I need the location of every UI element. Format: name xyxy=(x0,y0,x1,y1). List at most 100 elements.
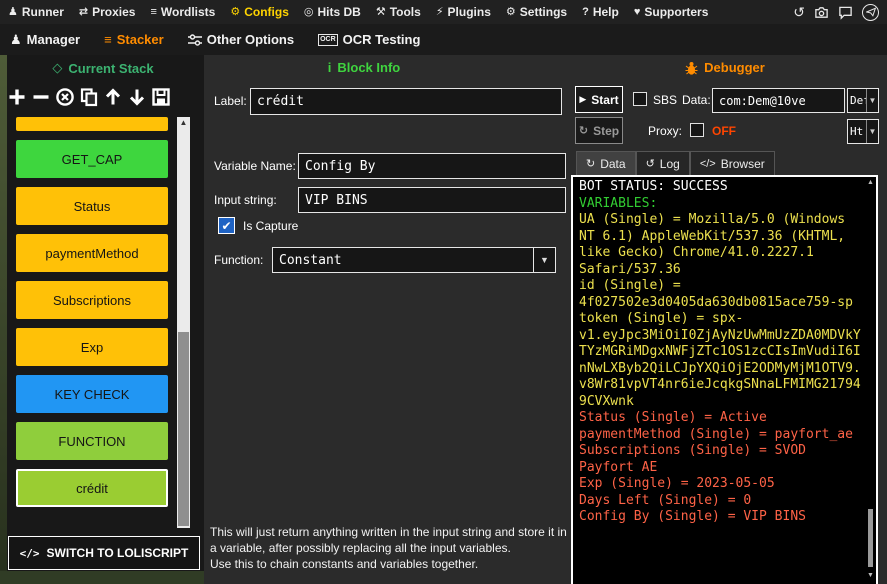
stack-block-subscriptions[interactable]: Subscriptions xyxy=(16,281,168,319)
camera-icon[interactable] xyxy=(814,5,829,20)
console-line: Config By (Single) = VIP BINS xyxy=(579,509,862,526)
menu-item-icon: ⇄ xyxy=(79,7,88,18)
menu-item-icon: ? xyxy=(582,7,589,18)
menu-proxies[interactable]: ⇄ Proxies xyxy=(79,5,136,19)
stack-block-status[interactable]: Status xyxy=(16,187,168,225)
stacker-tab[interactable]: ≡ Stacker xyxy=(104,32,164,47)
tab-browser[interactable]: </> Browser xyxy=(690,151,775,175)
menu-item-icon: ♥ xyxy=(634,7,641,18)
menu-supporters[interactable]: ♥ Supporters xyxy=(634,5,709,19)
other-options-tab[interactable]: Other Options xyxy=(188,32,294,47)
add-block-button[interactable] xyxy=(5,84,28,110)
scroll-up-icon[interactable]: ▲ xyxy=(177,118,190,128)
input-string-input[interactable] xyxy=(298,187,566,213)
manager-icon: ♟ xyxy=(10,32,22,48)
sliders-icon xyxy=(188,34,202,46)
ocr-testing-tab[interactable]: OCR OCR Testing xyxy=(318,32,420,47)
console-line: Days Left (Single) = 0 xyxy=(579,493,862,510)
stack-toolbar xyxy=(5,84,172,110)
stack-block-paymentmethod[interactable]: paymentMethod xyxy=(16,234,168,272)
function-dropdown[interactable]: Constant ▼ xyxy=(272,247,556,273)
clone-block-button[interactable] xyxy=(77,84,100,110)
console-line: id (Single) = 4f027502e3d0405da630db0815… xyxy=(579,278,862,311)
sbs-label: SBS xyxy=(653,93,677,107)
tab-icon: </> xyxy=(700,158,716,170)
top-right-icons: ↺ xyxy=(793,4,879,21)
bug-icon xyxy=(685,61,698,75)
stack-block-get-cap[interactable]: GET_CAP xyxy=(16,140,168,178)
data-input[interactable] xyxy=(712,88,845,113)
scrollbar-thumb[interactable] xyxy=(178,332,189,526)
menu-item-label: Proxies xyxy=(92,5,135,19)
menu-item-icon: ⚒ xyxy=(376,7,386,18)
chevron-down-icon[interactable]: ▼ xyxy=(533,248,555,272)
menu-runner[interactable]: ♟ Runner xyxy=(8,5,64,19)
menu-item-label: Supporters xyxy=(644,5,708,19)
send-icon[interactable] xyxy=(862,4,879,21)
menu-item-icon: ⚙ xyxy=(506,7,516,18)
menu-item-label: Settings xyxy=(520,5,567,19)
stack-scrollbar[interactable]: ▲ xyxy=(177,117,190,528)
start-button[interactable]: ▶ Start xyxy=(575,86,623,113)
menu-plugins[interactable]: ⚡ Plugins xyxy=(436,5,491,19)
block-info-title: i Block Info xyxy=(204,60,524,75)
step-button[interactable]: ↻ Step xyxy=(575,117,623,144)
debugger-title: Debugger xyxy=(620,60,830,75)
menu-tools[interactable]: ⚒ Tools xyxy=(376,5,421,19)
remove-block-button[interactable] xyxy=(29,84,52,110)
scroll-down-icon[interactable]: ▼ xyxy=(866,572,875,579)
menu-hits-db[interactable]: ◎ Hits DB xyxy=(304,5,361,19)
top-menu-items: ♟ Runner ⇄ Proxies ≡ Wordlists ⚙ Configs… xyxy=(8,5,793,19)
info-icon: i xyxy=(328,60,332,75)
console-line: paymentMethod (Single) = payfort_ae xyxy=(579,427,862,444)
openbullet-window: ♟ Runner ⇄ Proxies ≡ Wordlists ⚙ Configs… xyxy=(0,0,887,584)
proxy-type-dropdown[interactable]: Ht ▼ xyxy=(847,119,879,144)
menu-settings[interactable]: ⚙ Settings xyxy=(506,5,567,19)
tab-log[interactable]: ↺ Log xyxy=(636,151,690,175)
stack-block-partial[interactable] xyxy=(16,117,168,131)
sbs-checkbox[interactable] xyxy=(633,92,647,106)
label-input[interactable] xyxy=(250,88,562,115)
save-config-icon[interactable] xyxy=(149,84,172,110)
wordlist-type-dropdown[interactable]: Def ▼ xyxy=(847,88,879,113)
stack-block-key-check[interactable]: KEY CHECK xyxy=(16,375,168,413)
stack-block-exp[interactable]: Exp xyxy=(16,328,168,366)
menu-item-icon: ⚡ xyxy=(436,7,444,18)
menu-item-label: Configs xyxy=(244,5,289,19)
switch-to-loliscript-button[interactable]: </> SWITCH TO LOLISCRIPT xyxy=(8,536,200,570)
debugger-console: BOT STATUS: SUCCESSVARIABLES:UA (Single)… xyxy=(571,175,878,584)
proxy-checkbox[interactable] xyxy=(690,123,704,137)
history-icon[interactable]: ↺ xyxy=(793,5,805,19)
scrollbar-thumb[interactable] xyxy=(868,509,873,567)
menu-item-label: Help xyxy=(593,5,619,19)
chat-icon[interactable] xyxy=(838,5,853,20)
menu-help[interactable]: ? Help xyxy=(582,5,619,19)
tab-data[interactable]: ↻ Data xyxy=(576,151,636,175)
data-label: Data: xyxy=(682,93,711,107)
stacker-icon: ≡ xyxy=(104,32,112,47)
variable-name-label: Variable Name: xyxy=(214,159,296,173)
console-line: BOT STATUS: SUCCESS xyxy=(579,179,862,196)
stack-block-function[interactable]: FUNCTION xyxy=(16,422,168,460)
menu-configs[interactable]: ⚙ Configs xyxy=(230,5,289,19)
stack-block-credit[interactable]: crédit xyxy=(16,469,168,507)
disable-block-button[interactable] xyxy=(53,84,76,110)
proxy-off-badge: OFF xyxy=(712,124,736,138)
code-icon: </> xyxy=(20,547,40,560)
function-label: Function: xyxy=(214,253,263,267)
manager-tab[interactable]: ♟ Manager xyxy=(10,32,80,48)
wallpaper-strip xyxy=(0,55,7,584)
move-down-icon[interactable] xyxy=(125,84,148,110)
is-capture-checkbox[interactable]: ✔ xyxy=(218,217,235,234)
menu-item-label: Wordlists xyxy=(161,5,215,19)
console-scrollbar[interactable]: ▲ ▼ xyxy=(866,179,875,579)
play-icon: ▶ xyxy=(579,94,586,105)
move-up-icon[interactable] xyxy=(101,84,124,110)
variable-name-input[interactable] xyxy=(298,153,566,179)
scroll-up-icon[interactable]: ▲ xyxy=(866,179,875,186)
chevron-down-icon: ▼ xyxy=(866,120,878,143)
menu-wordlists[interactable]: ≡ Wordlists xyxy=(150,5,215,19)
tab-icon: ↺ xyxy=(646,157,655,170)
input-string-label: Input string: xyxy=(214,193,277,207)
menu-item-label: Hits DB xyxy=(317,5,360,19)
